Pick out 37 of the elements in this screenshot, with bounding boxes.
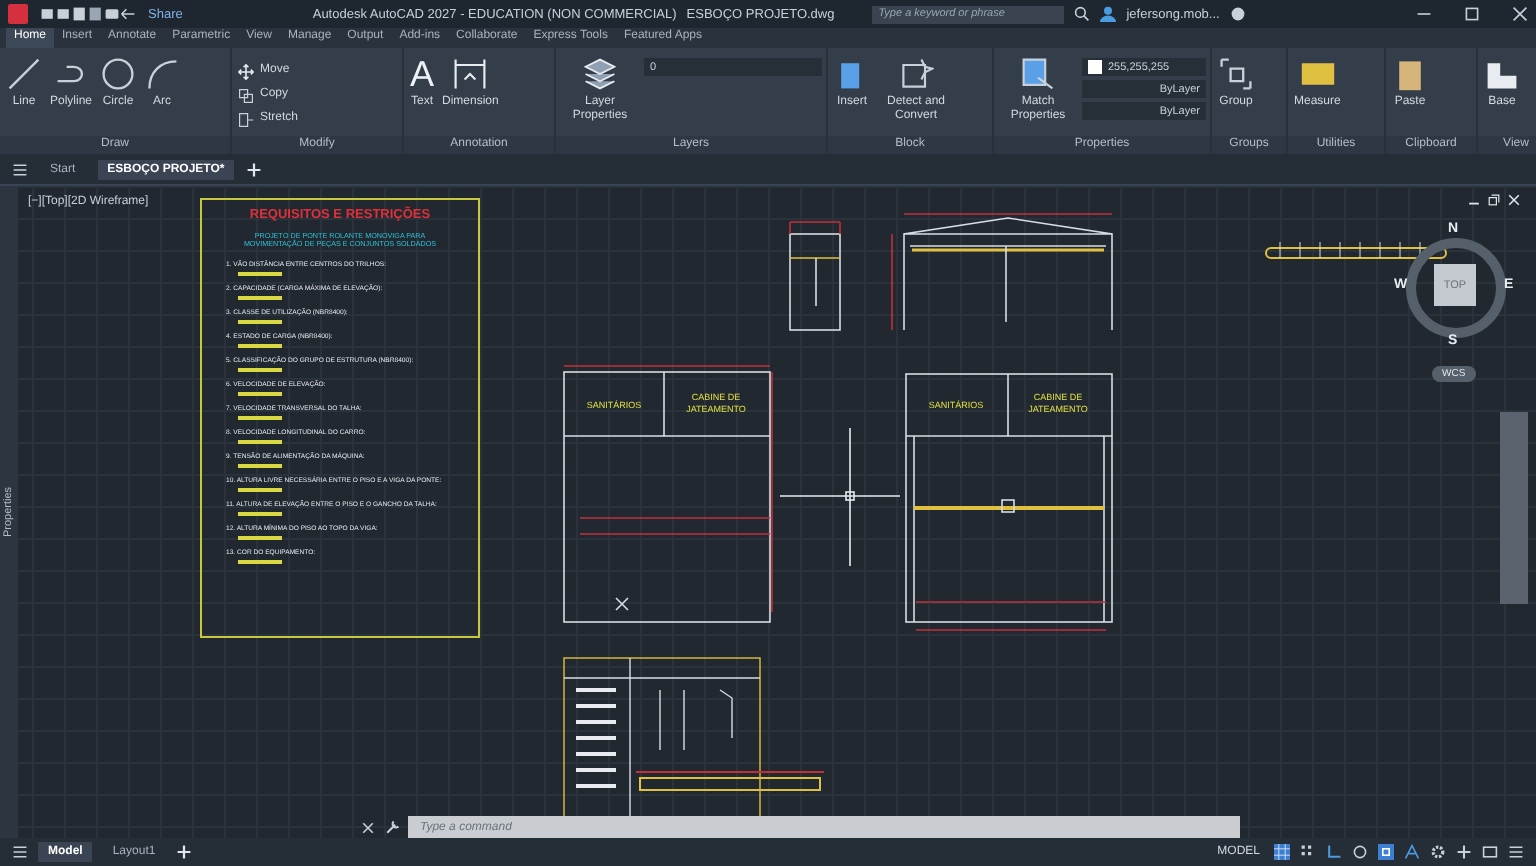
side-elevation-drawing — [789, 221, 841, 331]
restore-icon[interactable] — [1488, 194, 1500, 206]
dimension-icon — [452, 56, 489, 92]
search-icon[interactable] — [1074, 6, 1091, 22]
group-icon — [1218, 56, 1254, 92]
plus-icon[interactable] — [1456, 844, 1472, 860]
close-icon[interactable] — [1508, 194, 1520, 206]
move-arrows-icon — [238, 63, 254, 79]
menu-icon[interactable] — [12, 161, 28, 177]
close-icon[interactable] — [1512, 6, 1528, 22]
stretch-icon — [238, 111, 254, 127]
menu-icon[interactable] — [12, 844, 28, 860]
arc-icon — [144, 56, 181, 92]
add-tab-icon[interactable] — [246, 161, 263, 177]
add-tab-icon[interactable] — [175, 844, 192, 860]
circle-icon — [100, 56, 137, 92]
detect-icon — [898, 56, 934, 92]
wrench-icon[interactable] — [384, 819, 400, 835]
osnap-icon[interactable] — [1378, 844, 1394, 860]
help-icon[interactable] — [1229, 6, 1246, 22]
crosshair-cursor-icon — [779, 427, 901, 567]
maximize-icon[interactable] — [1464, 6, 1480, 22]
snap-icon[interactable] — [1300, 844, 1316, 860]
quick-access-icons[interactable] — [38, 6, 138, 22]
match-properties-icon — [1020, 56, 1056, 92]
line-icon — [6, 56, 42, 92]
layer-stack-icon — [582, 56, 618, 92]
annotation-scale-icon[interactable] — [1404, 844, 1420, 860]
copy-icon — [238, 87, 254, 103]
drawing-canvas[interactable] — [0, 186, 1536, 838]
fullscreen-icon[interactable] — [1482, 844, 1498, 860]
ortho-icon[interactable] — [1326, 844, 1342, 860]
close-icon[interactable] — [360, 819, 376, 835]
settings-icon[interactable] — [1430, 844, 1446, 860]
menu-icon[interactable] — [1508, 844, 1524, 860]
polar-icon[interactable] — [1352, 844, 1368, 860]
user-icon — [1100, 6, 1117, 22]
